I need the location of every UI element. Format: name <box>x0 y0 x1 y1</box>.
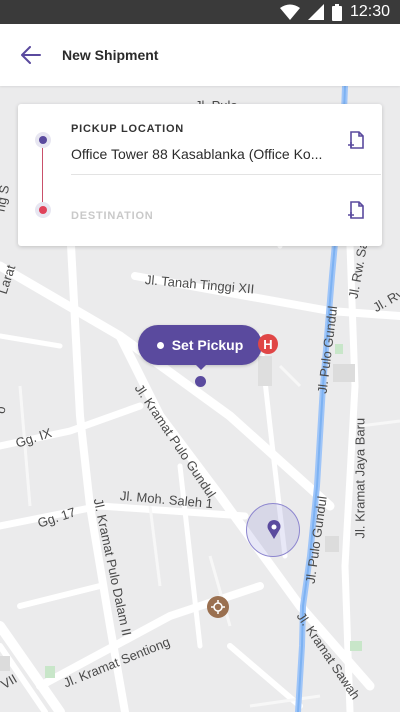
status-bar: 12:30 <box>0 0 400 24</box>
destination-marker-icon <box>35 202 51 218</box>
app-bar: New Shipment <box>0 24 400 86</box>
note-add-icon <box>348 201 364 219</box>
pickup-marker-icon <box>35 132 51 148</box>
set-pickup-button[interactable]: Set Pickup <box>138 325 262 365</box>
place-of-worship-icon <box>207 596 229 618</box>
pickup-edit-button[interactable] <box>344 128 368 152</box>
current-location-marker[interactable] <box>246 503 300 557</box>
destination-edit-button[interactable] <box>344 198 368 222</box>
wifi-icon <box>279 4 300 20</box>
pickup-pin-icon <box>195 376 206 387</box>
location-pin-icon <box>267 520 281 539</box>
battery-icon <box>331 3 342 21</box>
route-line <box>42 140 43 210</box>
signal-icon <box>307 4 324 20</box>
note-add-icon <box>348 131 364 149</box>
status-icons: 12:30 <box>279 3 390 21</box>
back-button[interactable] <box>0 24 62 86</box>
street-label-kramat-jaya-baru: Jl. Kramat Jaya Baru <box>352 417 368 539</box>
set-pickup-label: Set Pickup <box>171 337 244 353</box>
hospital-icon: H <box>258 334 278 354</box>
destination-field[interactable]: DESTINATION <box>71 210 154 222</box>
street-label-o: o <box>0 405 9 415</box>
arrow-back-icon <box>21 46 41 64</box>
page-title: New Shipment <box>62 47 159 63</box>
pickup-label: PICKUP LOCATION <box>71 123 185 135</box>
pickup-address-field[interactable]: Office Tower 88 Kasablanka (Office Ko... <box>71 146 343 162</box>
status-time: 12:30 <box>349 3 390 20</box>
divider <box>71 174 381 175</box>
location-card: PICKUP LOCATION Office Tower 88 Kasablan… <box>18 104 382 246</box>
pickup-dot-icon <box>156 341 164 349</box>
bubble-tail <box>195 364 207 370</box>
